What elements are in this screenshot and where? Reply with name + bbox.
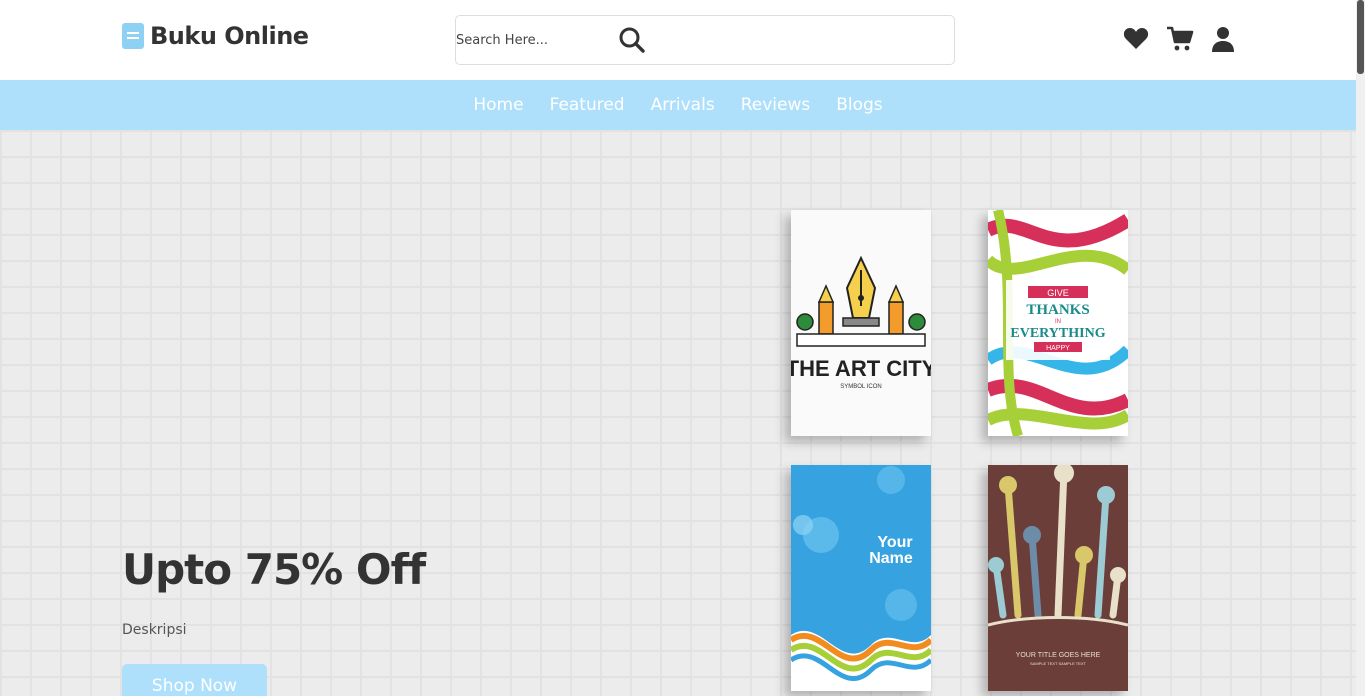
art-city-title: THE ART CITY [791,356,931,381]
site-header: Buku Online [0,0,1356,80]
cart-icon[interactable] [1166,25,1194,53]
thanks-line1: GIVE [1047,288,1069,298]
thanks-line4: EVERYTHING [1010,326,1105,341]
nav-featured[interactable]: Featured [550,95,625,115]
art-city-subtitle: SYMBOL ICON [840,384,881,390]
book-cover-give-thanks[interactable]: GIVE THANKS IN EVERYTHING HAPPY [988,210,1128,436]
search-form [455,15,955,65]
search-input[interactable] [456,16,606,64]
hero-section: Upto 75% Off Deskripsi Shop Now THE ART … [0,130,1356,696]
thanks-line2: THANKS [1026,302,1089,318]
nav-home[interactable]: Home [473,95,523,115]
nav-blogs[interactable]: Blogs [836,95,882,115]
main-nav: Home Featured Arrivals Reviews Blogs [0,80,1356,130]
give-thanks-illustration: GIVE THANKS IN EVERYTHING HAPPY [988,210,1128,436]
nav-reviews[interactable]: Reviews [741,95,811,115]
book-cover-hands[interactable]: YOUR TITLE GOES HERE SAMPLE TEXT SAMPLE … [988,465,1128,691]
user-icon[interactable] [1209,25,1237,53]
scrollbar-thumb[interactable] [1357,0,1364,74]
book-cover-art-city[interactable]: THE ART CITY SYMBOL ICON [791,210,931,436]
nav-arrivals[interactable]: Arrivals [651,95,715,115]
book-cover-your-name[interactable]: Your Name [791,465,931,691]
logo-text: Buku Online [150,22,309,50]
hands-subtitle: SAMPLE TEXT SAMPLE TEXT [1030,661,1087,666]
hands-illustration: YOUR TITLE GOES HERE SAMPLE TEXT SAMPLE … [988,465,1128,691]
hero-description: Deskripsi [122,622,187,638]
art-city-illustration: THE ART CITY SYMBOL ICON [791,210,931,436]
thanks-line3: IN [1055,319,1061,325]
shop-now-button[interactable]: Shop Now [122,664,267,696]
book-icon [122,23,144,49]
search-icon[interactable] [618,26,646,54]
thanks-line5: HAPPY [1046,345,1070,352]
your-name-illustration: Your Name [791,465,931,691]
heart-icon[interactable] [1122,25,1150,53]
hero-title: Upto 75% Off [122,545,426,594]
hands-title: YOUR TITLE GOES HERE [1016,652,1101,659]
your-name-line2: Name [869,550,913,567]
page-scrollbar[interactable] [1356,0,1365,696]
your-name-line1: Your [877,534,912,551]
logo-link[interactable]: Buku Online [122,22,309,50]
